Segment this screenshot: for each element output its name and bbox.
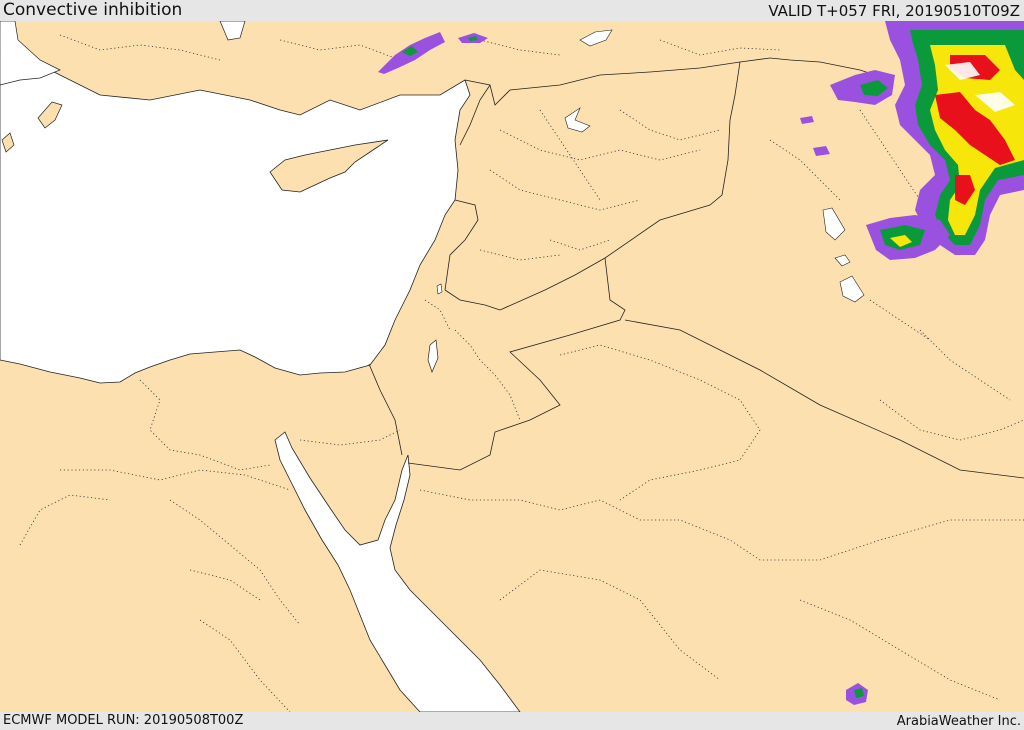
footer-bar: ECMWF MODEL RUN: 20190508T00Z ArabiaWeat… — [0, 712, 1024, 729]
map-area — [0, 21, 1024, 712]
model-run-label: ECMWF MODEL RUN: 20190508T00Z — [3, 713, 244, 728]
map-title: Convective inhibition — [3, 0, 183, 20]
header-bar: Convective inhibition VALID T+057 FRI, 2… — [0, 0, 1024, 21]
map-svg — [0, 21, 1024, 712]
credit-label: ArabiaWeather Inc. — [896, 714, 1021, 729]
lake-galilee — [436, 283, 443, 295]
valid-time: VALID T+057 FRI, 20190510T09Z — [768, 2, 1020, 20]
